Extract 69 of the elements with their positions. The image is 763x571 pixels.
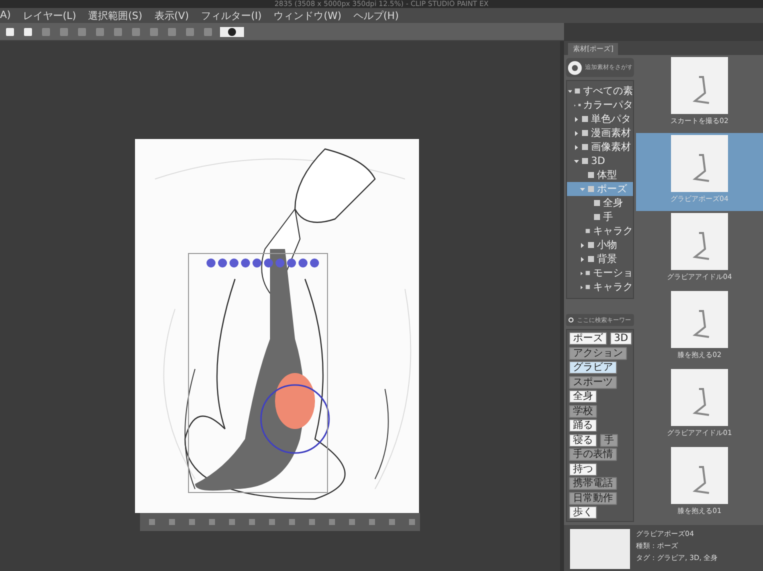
tree-item[interactable]: 3D bbox=[567, 154, 633, 168]
pose-thumbnail bbox=[671, 135, 728, 192]
help-icon[interactable] bbox=[220, 26, 244, 38]
tree-item[interactable]: モーショ bbox=[567, 266, 633, 280]
tree-item[interactable]: 漫画素材 bbox=[567, 126, 633, 140]
tree-item[interactable]: 全身 bbox=[567, 196, 633, 210]
tool-icon[interactable] bbox=[306, 516, 318, 528]
tag-button[interactable]: 全身 bbox=[569, 390, 597, 404]
pose-thumbnail bbox=[671, 213, 728, 270]
collapsed-arrow-icon[interactable] bbox=[580, 270, 584, 276]
pose-thumbnail bbox=[671, 57, 728, 114]
tag-button[interactable]: 手の表情 bbox=[569, 448, 617, 462]
pose-thumbnail bbox=[671, 369, 728, 426]
pose-thumbnail bbox=[671, 447, 728, 504]
menu-item[interactable]: 選択範囲(S) bbox=[88, 8, 142, 22]
tree-item[interactable]: 画像素材 bbox=[567, 140, 633, 154]
tree-item[interactable]: 体型 bbox=[567, 168, 633, 182]
tree-item[interactable]: 単色パタ bbox=[567, 112, 633, 126]
tag-button[interactable]: 携帯電話 bbox=[569, 477, 617, 490]
menu-item[interactable]: レイヤー(L) bbox=[22, 8, 76, 22]
tag-button[interactable]: 歩く bbox=[569, 506, 597, 520]
collapsed-arrow-icon[interactable] bbox=[574, 144, 579, 150]
tag-button[interactable]: 手 bbox=[600, 434, 618, 447]
tag-button[interactable]: スポーツ bbox=[569, 376, 617, 389]
tag-button[interactable]: 持つ bbox=[569, 462, 597, 476]
tool-icon[interactable] bbox=[386, 516, 398, 528]
expanded-arrow-icon[interactable] bbox=[574, 158, 579, 164]
collapsed-arrow-icon[interactable] bbox=[580, 242, 585, 248]
expanded-arrow-icon[interactable] bbox=[568, 88, 572, 94]
tag-button[interactable]: 踊る bbox=[569, 419, 597, 432]
tag-button[interactable]: グラビア bbox=[569, 361, 617, 374]
tool-icon[interactable] bbox=[286, 516, 298, 528]
tree-item[interactable]: 背景 bbox=[567, 252, 633, 266]
menu-item[interactable]: 表示(V) bbox=[154, 8, 189, 22]
tool-icon[interactable] bbox=[326, 516, 338, 528]
tool-icon[interactable] bbox=[186, 516, 198, 528]
tool-icon[interactable] bbox=[266, 516, 278, 528]
tag-button[interactable]: 3D bbox=[610, 332, 632, 346]
pose-thumbnail bbox=[671, 291, 728, 348]
tree-item[interactable]: 手 bbox=[567, 210, 633, 224]
collapsed-arrow-icon[interactable] bbox=[580, 284, 584, 290]
tool-icon[interactable] bbox=[406, 516, 418, 528]
tag-button[interactable]: 学校 bbox=[569, 404, 597, 418]
pose-thumbnail bbox=[570, 529, 630, 569]
tool-icon[interactable] bbox=[206, 516, 218, 528]
tag-button[interactable]: ポーズ bbox=[569, 332, 607, 346]
bounding-box[interactable] bbox=[188, 253, 328, 493]
tool-icon[interactable] bbox=[346, 516, 358, 528]
menu-item[interactable]: A) bbox=[0, 10, 11, 21]
tool-icon[interactable] bbox=[146, 516, 158, 528]
tool-icon[interactable] bbox=[366, 516, 378, 528]
tool-icon[interactable] bbox=[246, 516, 258, 528]
tool-icon[interactable] bbox=[166, 516, 178, 528]
tag-button[interactable]: アクション bbox=[569, 346, 627, 360]
tree-item[interactable]: カラーパタ bbox=[567, 98, 633, 112]
tree-item[interactable]: 小物 bbox=[567, 238, 633, 252]
tree-item[interactable]: キャラク bbox=[567, 280, 633, 294]
search-icon bbox=[568, 316, 575, 324]
menu-item[interactable]: ウィンドウ(W) bbox=[274, 8, 342, 22]
collapsed-arrow-icon[interactable] bbox=[574, 130, 579, 136]
collapsed-arrow-icon[interactable] bbox=[580, 256, 585, 262]
tree-item[interactable]: キャラク bbox=[567, 224, 633, 238]
tag-button[interactable]: 日常動作 bbox=[569, 492, 617, 505]
tool-icon[interactable] bbox=[226, 516, 238, 528]
menu-item[interactable]: フィルター(I) bbox=[200, 8, 262, 22]
tag-button[interactable]: 寝る bbox=[569, 434, 597, 447]
menu-item[interactable]: ヘルプ(H) bbox=[353, 8, 399, 22]
tree-item[interactable]: すべての素 bbox=[567, 84, 633, 98]
collapsed-arrow-icon[interactable] bbox=[574, 116, 579, 122]
